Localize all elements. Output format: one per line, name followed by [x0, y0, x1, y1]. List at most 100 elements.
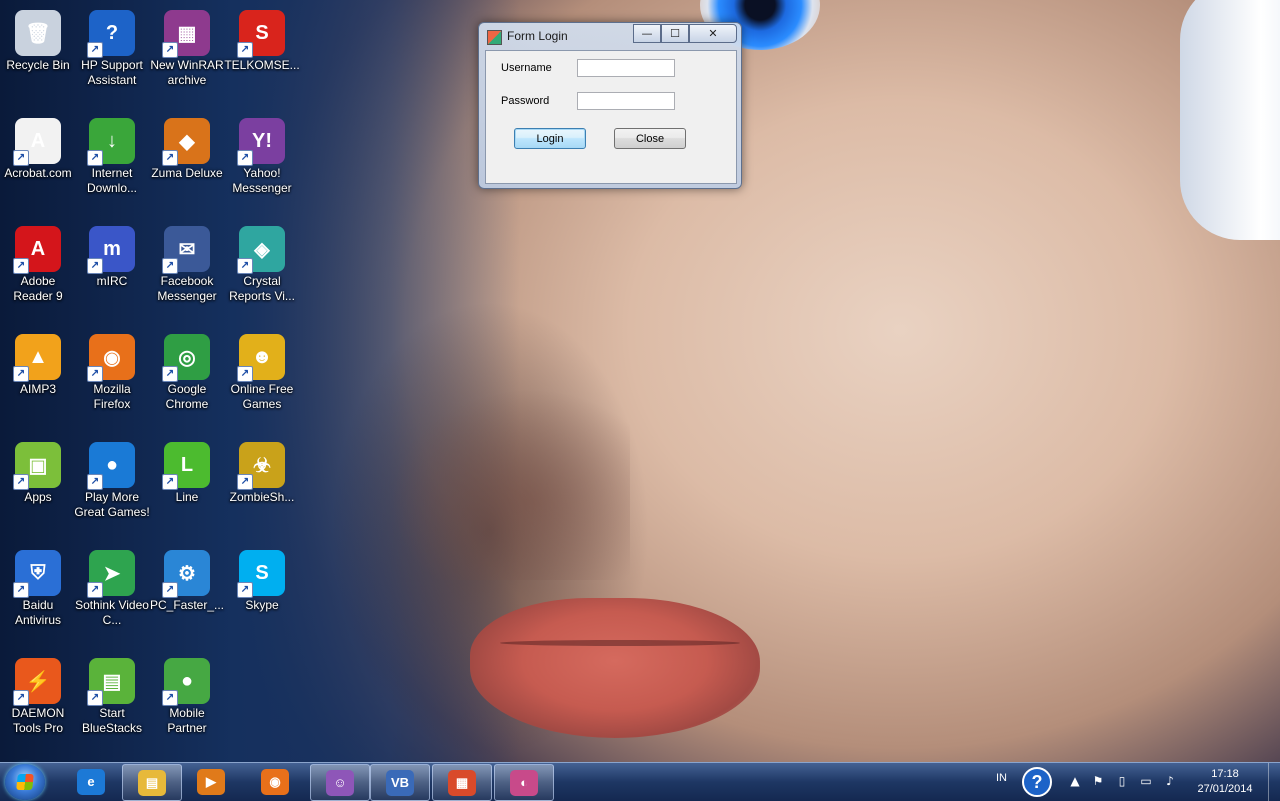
login-window[interactable]: Form Login — ☐ ✕ Username Password Login… [478, 22, 742, 189]
desktop-icon[interactable]: ▲ ↗ AIMP3 [0, 328, 76, 397]
desktop-icon[interactable]: 🗑 Recycle Bin [0, 4, 76, 73]
shortcut-arrow-icon: ↗ [237, 366, 253, 382]
network-icon[interactable]: ▭ [1139, 774, 1153, 788]
login-button[interactable]: Login [514, 128, 586, 149]
show-hidden-icons-chevron-icon[interactable]: ▲ [1068, 774, 1082, 788]
taskbar-button[interactable]: ◉ [246, 764, 304, 799]
desktop-icon[interactable]: ◉ ↗ Mozilla Firefox [74, 328, 150, 412]
password-input[interactable] [577, 92, 675, 110]
desktop-icon[interactable]: ➤ ↗ Sothink Video C... [74, 544, 150, 628]
taskbar-button[interactable]: ◐ [494, 764, 554, 801]
desktop-icon-label: Internet Downlo... [86, 166, 138, 195]
taskbar-button[interactable]: e [62, 764, 120, 799]
apps-android-icon: ▣ ↗ [13, 442, 61, 490]
desktop-icon-label: Start BlueStacks [81, 706, 143, 735]
usb-device-icon[interactable]: ▯ [1115, 774, 1129, 788]
desktop-icon[interactable]: ↓ ↗ Internet Downlo... [74, 112, 150, 196]
taskbar-button[interactable]: ▦ [432, 764, 492, 801]
desktop-icon[interactable]: ▤ ↗ Start BlueStacks [74, 652, 150, 736]
line-icon: L ↗ [162, 442, 210, 490]
language-indicator[interactable]: IN [996, 772, 1007, 784]
desktop-icon-label: ZombieSh... [229, 490, 295, 504]
taskbar-button[interactable]: ☺ [310, 764, 370, 801]
desktop-icon[interactable]: ◈ ↗ Crystal Reports Vi... [224, 220, 300, 304]
desktop-icon[interactable]: Y! ↗ Yahoo! Messenger [224, 112, 300, 196]
desktop-icon[interactable]: ☻ ↗ Online Free Games [224, 328, 300, 412]
form-app-icon [487, 30, 502, 45]
paint-icon: ◐ [510, 769, 538, 796]
username-input[interactable] [577, 59, 675, 77]
desktop-icon[interactable]: A ↗ Adobe Reader 9 [0, 220, 76, 304]
shortcut-arrow-icon: ↗ [13, 690, 29, 706]
hp-help-tray-icon[interactable]: ? [1022, 767, 1052, 797]
desktop-icon[interactable]: S ↗ TELKOMSE... [224, 4, 300, 73]
clock[interactable]: 17:18 27/01/2014 [1188, 767, 1262, 797]
desktop-icon-label: New WinRAR archive [150, 58, 224, 87]
shortcut-arrow-icon: ↗ [237, 42, 253, 58]
desktop-icon[interactable]: A ↗ Acrobat.com [0, 112, 76, 181]
shortcut-arrow-icon: ↗ [237, 582, 253, 598]
desktop-icon-label: Recycle Bin [6, 58, 70, 72]
show-desktop-button[interactable] [1268, 763, 1280, 801]
desktop-icon[interactable]: ✉ ↗ Facebook Messenger [149, 220, 225, 304]
crystal-reports-icon: ◈ ↗ [237, 226, 285, 274]
password-label: Password [501, 95, 550, 107]
desktop-icon-label: Acrobat.com [4, 166, 72, 180]
firefox-icon: ◉ ↗ [87, 334, 135, 382]
internet-download-manager-icon: ↓ ↗ [87, 118, 135, 166]
minimize-button[interactable]: — [633, 24, 661, 43]
shortcut-arrow-icon: ↗ [162, 150, 178, 166]
desktop-icon[interactable]: ⛨ ↗ Baidu Antivirus [0, 544, 76, 628]
taskbar-button[interactable]: VB [370, 764, 430, 801]
desktop-icon[interactable]: ☣ ↗ ZombieSh... [224, 436, 300, 505]
desktop-icon[interactable]: ⚙ ↗ PC_Faster_... [149, 544, 225, 613]
desktop-icon-label: Play More Great Games! [74, 490, 150, 519]
desktop-icon-label: PC_Faster_... [149, 598, 225, 612]
control-panel-icon: ▦ [448, 769, 476, 796]
zombie-shooter-icon: ☣ ↗ [237, 442, 285, 490]
desktop-icon[interactable]: ● ↗ Play More Great Games! [74, 436, 150, 520]
desktop-icon[interactable]: ▣ ↗ Apps [0, 436, 76, 505]
taskbar-button[interactable]: ▤ [122, 764, 182, 801]
shortcut-arrow-icon: ↗ [13, 474, 29, 490]
shortcut-arrow-icon: ↗ [237, 474, 253, 490]
desktop-icon[interactable]: ◆ ↗ Zuma Deluxe [149, 112, 225, 181]
windows-logo-icon [16, 774, 34, 790]
wallpaper-headphone [1180, 0, 1280, 240]
taskbar: e ▤ ▶ ◉ ☺ VB ▦ ◐ IN ? ▲ ⚑ ▯ ▭ ♪ 17:18 27/01/201… [0, 762, 1280, 801]
desktop-icon[interactable]: ⚡ ↗ DAEMON Tools Pro [0, 652, 76, 736]
shortcut-arrow-icon: ↗ [162, 582, 178, 598]
maximize-button[interactable]: ☐ [661, 24, 689, 43]
zuma-deluxe-icon: ◆ ↗ [162, 118, 210, 166]
desktop-icon[interactable]: ▦ ↗ New WinRAR archive [149, 4, 225, 88]
desktop-icon[interactable]: ◎ ↗ Google Chrome [149, 328, 225, 412]
desktop-icon-label: Google Chrome [165, 382, 209, 411]
desktop-icon-label: Skype [245, 598, 279, 612]
desktop-icon-label: Yahoo! Messenger [232, 166, 292, 195]
shortcut-arrow-icon: ↗ [162, 474, 178, 490]
clock-date: 27/01/2014 [1197, 783, 1253, 795]
baidu-antivirus-icon: ⛨ ↗ [13, 550, 61, 598]
desktop-icon-label: Adobe Reader 9 [13, 274, 63, 303]
action-center-flag-icon[interactable]: ⚑ [1091, 774, 1105, 788]
desktop-icon-label: Zuma Deluxe [151, 166, 223, 180]
desktop-icon-label: Apps [24, 490, 52, 504]
desktop-icon[interactable]: S ↗ Skype [224, 544, 300, 613]
shortcut-arrow-icon: ↗ [87, 42, 103, 58]
window-controls: — ☐ ✕ [633, 24, 737, 43]
desktop-icon[interactable]: ? ↗ HP Support Assistant [74, 4, 150, 88]
taskbar-button[interactable]: ▶ [182, 764, 240, 799]
desktop-icon[interactable]: L ↗ Line [149, 436, 225, 505]
windows-explorer-icon: ▤ [138, 769, 166, 796]
desktop-icon[interactable]: m ↗ mIRC [74, 220, 150, 289]
start-button[interactable] [5, 764, 45, 800]
shortcut-arrow-icon: ↗ [237, 258, 253, 274]
firefox-icon: ◉ [261, 768, 289, 795]
volume-icon[interactable]: ♪ [1163, 774, 1177, 788]
window-titlebar[interactable]: Form Login — ☐ ✕ [479, 23, 741, 49]
shortcut-arrow-icon: ↗ [87, 690, 103, 706]
desktop-icon[interactable]: ● ↗ Mobile Partner [149, 652, 225, 736]
desktop-icon-label: mIRC [96, 274, 128, 288]
close-button[interactable]: Close [614, 128, 686, 149]
close-window-button[interactable]: ✕ [689, 24, 737, 43]
